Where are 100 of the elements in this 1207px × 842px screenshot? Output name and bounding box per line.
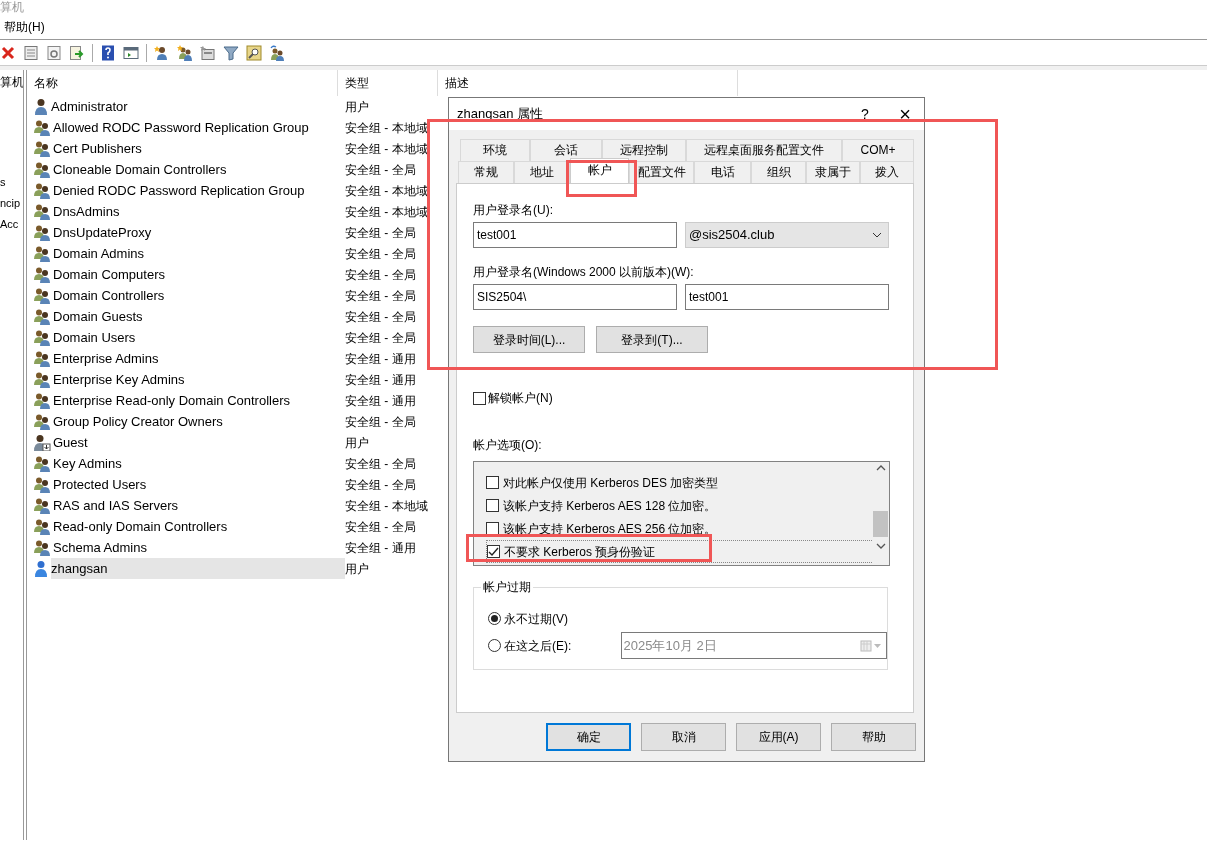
option-label: 该帐户支持 Kerberos AES 256 位加密。 (503, 520, 717, 538)
folder-icon[interactable] (200, 44, 216, 61)
group-icon (33, 140, 51, 157)
list-item[interactable]: Enterprise Admins (53, 348, 163, 369)
checkbox[interactable] (487, 545, 500, 558)
type-text: 安全组 - 本地域 (345, 203, 429, 221)
dialog-button[interactable]: 取消 (641, 723, 726, 751)
type-text: 安全组 - 全局 (345, 476, 417, 494)
input-field[interactable]: test001 (685, 284, 889, 310)
checkbox-label: 解锁帐户(N) (488, 390, 553, 407)
domain-dropdown[interactable]: @sis2504.club (685, 222, 889, 248)
list-item[interactable]: Domain Controllers (53, 285, 169, 306)
scroll-down-icon[interactable] (875, 543, 886, 549)
tab[interactable]: 配置文件 (629, 161, 694, 183)
close-button[interactable]: × (894, 104, 916, 124)
group-icon (33, 455, 51, 472)
radio-button[interactable] (488, 612, 501, 625)
list-item[interactable]: Domain Guests (53, 306, 147, 327)
list-item[interactable]: Key Admins (53, 453, 126, 474)
tab[interactable]: 组织 (751, 161, 806, 183)
help-icon[interactable] (100, 44, 116, 61)
find-icon[interactable] (246, 44, 262, 61)
console-icon[interactable] (123, 44, 139, 61)
list-item[interactable]: DnsUpdateProxy (53, 222, 156, 243)
list-item[interactable]: Cert Publishers (53, 138, 146, 159)
tab[interactable]: 远程控制 (602, 139, 686, 161)
type-text: 安全组 - 全局 (345, 329, 417, 347)
refresh-icon[interactable] (46, 44, 62, 61)
delete-icon[interactable] (0, 44, 16, 61)
tab[interactable]: COM+ (842, 139, 914, 161)
type-text: 安全组 - 全局 (345, 308, 417, 326)
check-icon (488, 546, 499, 557)
tab[interactable]: 会话 (530, 139, 602, 161)
option-label: 不要求 Kerberos 预身份验证 (504, 543, 656, 561)
document-icon[interactable] (23, 44, 39, 61)
group-icon (33, 203, 51, 220)
list-item[interactable]: DnsAdmins (53, 201, 124, 222)
action-button[interactable]: 登录时间(L)... (473, 326, 585, 353)
list-item[interactable]: Schema Admins (53, 537, 151, 558)
export-icon[interactable] (69, 44, 85, 61)
menu-item[interactable]: 帮助(H) (4, 18, 45, 36)
list-item[interactable]: Cloneable Domain Controllers (53, 159, 231, 180)
group-star-icon[interactable] (177, 44, 193, 61)
dialog-button[interactable]: 确定 (546, 723, 631, 751)
tree-item[interactable]: Acc (0, 214, 23, 235)
list-item[interactable]: Domain Admins (53, 243, 149, 264)
type-text: 安全组 - 全局 (345, 455, 417, 473)
list-item[interactable]: Administrator (51, 96, 132, 117)
list-item[interactable]: Allowed RODC Password Replication Group (53, 117, 313, 138)
list-item[interactable]: Domain Users (53, 327, 140, 348)
tree-item[interactable]: 算机 (0, 72, 23, 93)
list-item[interactable]: Denied RODC Password Replication Group (53, 180, 309, 201)
list-item[interactable]: zhangsan (51, 558, 345, 579)
scroll-up-icon[interactable] (875, 465, 886, 471)
checkbox[interactable] (486, 476, 499, 489)
checkbox[interactable] (473, 391, 486, 405)
tab[interactable]: 环境 (460, 139, 530, 161)
field-label: 用户登录名(Windows 2000 以前版本)(W): (473, 264, 695, 280)
group-icon (33, 413, 51, 430)
input-field[interactable]: SIS2504\ (473, 284, 677, 310)
group-icon (33, 119, 51, 136)
filter-icon[interactable] (223, 44, 239, 61)
help-button[interactable]: ? (850, 103, 880, 125)
group-icon (33, 224, 51, 241)
tree-item[interactable]: s (0, 172, 23, 193)
dialog-button[interactable]: 帮助 (831, 723, 916, 751)
type-text: 安全组 - 全局 (345, 266, 417, 284)
list-item[interactable]: Protected Users (53, 474, 151, 495)
list-item[interactable]: Enterprise Key Admins (53, 369, 189, 390)
list-item[interactable]: Group Policy Creator Owners (53, 411, 227, 432)
type-text: 用户 (345, 434, 370, 452)
list-item[interactable]: Read-only Domain Controllers (53, 516, 232, 537)
radio-button[interactable] (488, 639, 501, 652)
user-star-icon[interactable] (154, 44, 170, 61)
tab[interactable]: 地址 (514, 161, 570, 183)
group-icon (33, 392, 51, 409)
tab[interactable]: 隶属于 (806, 161, 860, 183)
group-icon (33, 161, 51, 178)
list-item[interactable]: Domain Computers (53, 264, 169, 285)
list-item[interactable]: Guest (53, 432, 92, 453)
checkbox[interactable] (486, 499, 499, 512)
group-move-icon[interactable] (269, 44, 285, 61)
input-field[interactable]: test001 (473, 222, 677, 248)
action-button[interactable]: 登录到(T)... (596, 326, 708, 353)
column-header[interactable]: 描述 (438, 69, 738, 96)
group-icon (33, 182, 51, 199)
tab[interactable]: 电话 (694, 161, 751, 183)
group-icon (33, 497, 51, 514)
column-header[interactable]: 类型 (338, 69, 438, 96)
type-text: 安全组 - 通用 (345, 392, 417, 410)
dialog-button[interactable]: 应用(A) (736, 723, 821, 751)
tab[interactable]: 远程桌面服务配置文件 (686, 139, 842, 161)
column-header[interactable]: 名称 (27, 69, 338, 96)
group-icon (33, 287, 51, 304)
tree-item[interactable]: ncip (0, 193, 23, 214)
scrollbar-thumb[interactable] (873, 511, 888, 537)
tab[interactable]: 常规 (458, 161, 514, 183)
tab[interactable]: 拨入 (860, 161, 914, 183)
list-item[interactable]: RAS and IAS Servers (53, 495, 182, 516)
list-item[interactable]: Enterprise Read-only Domain Controllers (53, 390, 294, 411)
